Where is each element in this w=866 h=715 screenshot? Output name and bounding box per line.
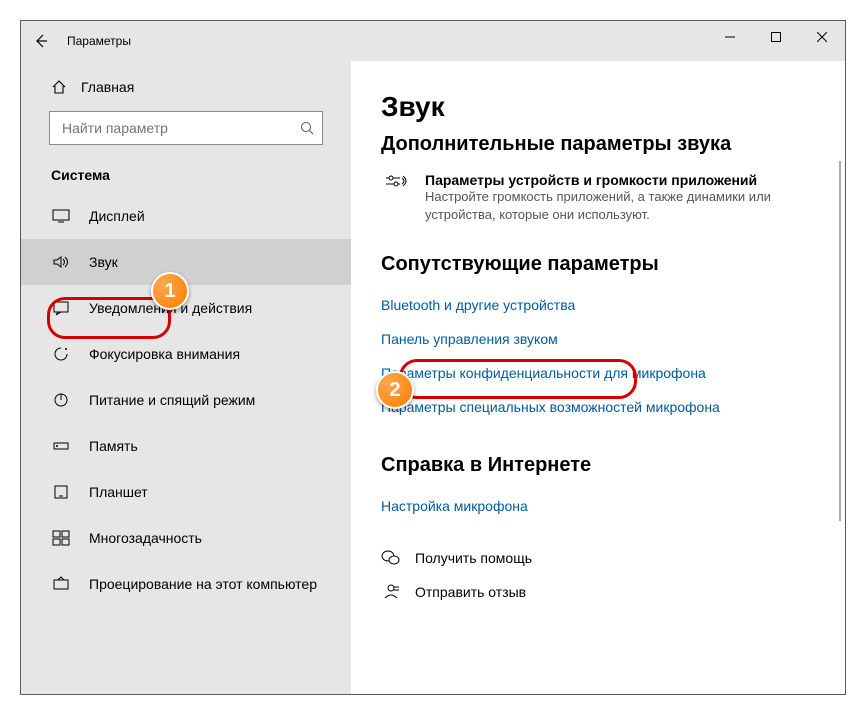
app-volume-link[interactable]: Параметры устройств и громкости приложен…	[381, 168, 835, 223]
sidebar-item-projecting[interactable]: Проецирование на этот компьютер	[21, 561, 351, 607]
app-volume-desc: Настройте громкость приложений, а также …	[425, 188, 825, 223]
sidebar-item-label: Питание и спящий режим	[89, 392, 255, 408]
sidebar-item-label: Планшет	[89, 484, 148, 500]
sidebar-item-home[interactable]: Главная	[21, 71, 351, 103]
arrow-left-icon	[33, 33, 49, 49]
sidebar-item-power[interactable]: Питание и спящий режим	[21, 377, 351, 423]
tablet-icon	[51, 484, 71, 500]
sidebar-item-sound[interactable]: Звук	[21, 239, 351, 285]
scrollbar[interactable]	[839, 161, 841, 521]
sliders-icon	[381, 172, 411, 194]
sidebar-item-label: Звук	[89, 254, 118, 270]
sidebar-section-label: Система	[21, 167, 351, 193]
search-box-wrapper	[21, 103, 351, 163]
related-link-mic-ease[interactable]: Параметры специальных возможностей микро…	[381, 390, 781, 424]
annotation-bubble-1: 1	[151, 272, 189, 310]
advanced-heading: Дополнительные параметры звука	[381, 133, 835, 156]
titlebar: Параметры	[21, 21, 845, 61]
minimize-button[interactable]	[707, 21, 753, 53]
related-heading: Сопутствующие параметры	[381, 253, 835, 276]
sidebar-item-storage[interactable]: Память	[21, 423, 351, 469]
close-icon	[817, 32, 827, 42]
sidebar-item-label: Многозадачность	[89, 530, 202, 546]
app-volume-title: Параметры устройств и громкости приложен…	[425, 172, 825, 188]
sidebar-item-tablet[interactable]: Планшет	[21, 469, 351, 515]
main-content: Звук Дополнительные параметры звука Пара…	[351, 61, 845, 694]
minimize-icon	[725, 32, 735, 42]
sidebar-item-label: Фокусировка внимания	[89, 346, 240, 362]
feedback-icon	[381, 583, 401, 601]
sidebar-item-label: Память	[89, 438, 138, 454]
sidebar-item-focus[interactable]: Фокусировка внимания	[21, 331, 351, 377]
feedback-label: Отправить отзыв	[415, 584, 526, 600]
window-controls	[707, 21, 845, 53]
storage-icon	[51, 438, 71, 454]
feedback-link[interactable]: Отправить отзыв	[381, 575, 835, 609]
sidebar-item-multitasking[interactable]: Многозадачность	[21, 515, 351, 561]
help-links: Настройка микрофона	[381, 489, 835, 523]
projecting-icon	[51, 576, 71, 592]
sidebar-item-label: Дисплей	[89, 208, 145, 224]
window-title: Параметры	[67, 34, 131, 48]
search-input[interactable]	[60, 119, 300, 137]
search-icon	[300, 121, 314, 135]
sidebar-item-display[interactable]: Дисплей	[21, 193, 351, 239]
help-heading: Справка в Интернете	[381, 454, 835, 477]
back-button[interactable]	[21, 21, 61, 61]
sidebar: Главная Система Дисплей Звук	[21, 61, 351, 694]
sidebar-nav: Дисплей Звук Уведомления и действия Фоку…	[21, 193, 351, 607]
search-box[interactable]	[49, 111, 323, 145]
close-button[interactable]	[799, 21, 845, 53]
get-help-link[interactable]: Получить помощь	[381, 541, 835, 575]
notifications-icon	[51, 300, 71, 316]
home-icon	[51, 79, 67, 95]
annotation-bubble-2: 2	[376, 371, 414, 409]
sidebar-item-label: Проецирование на этот компьютер	[89, 576, 317, 592]
display-icon	[51, 208, 71, 224]
related-link-bluetooth[interactable]: Bluetooth и другие устройства	[381, 288, 781, 322]
settings-window: Параметры Главная	[20, 20, 846, 695]
get-help-label: Получить помощь	[415, 550, 532, 566]
help-icon	[381, 549, 401, 567]
maximize-icon	[771, 32, 781, 42]
power-icon	[51, 392, 71, 408]
related-link-mic-privacy[interactable]: Параметры конфиденциальности для микрофо…	[381, 356, 781, 390]
related-link-sound-panel[interactable]: Панель управления звуком	[381, 322, 781, 356]
maximize-button[interactable]	[753, 21, 799, 53]
page-title: Звук	[381, 91, 835, 123]
multitasking-icon	[51, 530, 71, 546]
home-label: Главная	[81, 79, 134, 95]
focus-icon	[51, 346, 71, 362]
help-link-mic-setup[interactable]: Настройка микрофона	[381, 489, 781, 523]
sound-icon	[51, 254, 71, 270]
related-links: Bluetooth и другие устройства Панель упр…	[381, 288, 835, 424]
